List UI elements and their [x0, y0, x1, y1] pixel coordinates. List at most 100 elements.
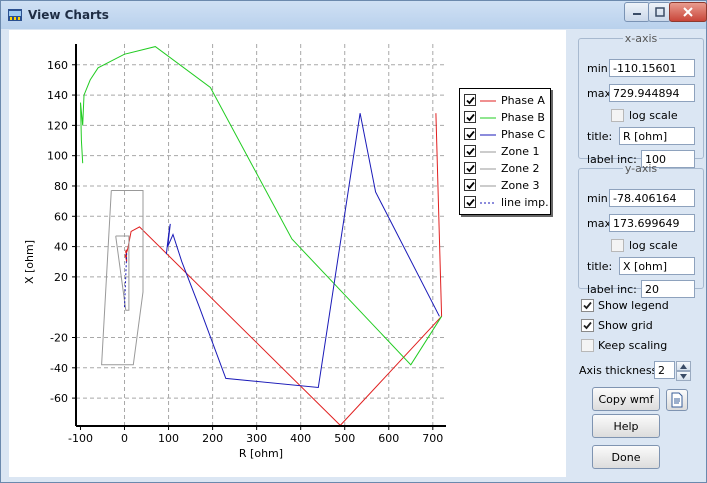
x-max-input[interactable]: 729.944894: [609, 84, 695, 102]
series-line-zone-1: [115, 235, 130, 311]
y-log-scale-label: log scale: [629, 239, 678, 252]
title-bar[interactable]: View Charts: [1, 1, 707, 29]
y-tick-label: 140: [47, 89, 68, 102]
show-legend-checkbox[interactable]: [581, 299, 594, 312]
legend-checkbox[interactable]: [464, 179, 476, 191]
x-title-input[interactable]: R [ohm]: [619, 127, 695, 145]
axis-thickness-up-button[interactable]: [676, 361, 691, 371]
legend-item[interactable]: Zone 3: [464, 178, 548, 193]
legend-swatch: [480, 100, 496, 102]
legend-item[interactable]: Phase A: [464, 93, 548, 108]
legend-label: Phase C: [501, 128, 546, 141]
axis-thickness-label: Axis thickness:: [579, 364, 661, 377]
x-tick-label: 400: [290, 432, 311, 445]
close-icon: [683, 7, 693, 17]
legend-item[interactable]: Phase C: [464, 127, 548, 142]
x-tick-label: 500: [334, 432, 355, 445]
legend-item[interactable]: Zone 2: [464, 161, 548, 176]
checkmark-icon: [465, 96, 475, 104]
series-line-phase-a: [124, 113, 443, 427]
y-tick-label: 100: [47, 150, 68, 163]
save-document-button[interactable]: [666, 389, 688, 411]
show-grid-checkbox[interactable]: [581, 319, 594, 332]
x-axis-group-label: x-axis: [624, 32, 658, 45]
x-tick-label: 100: [158, 432, 179, 445]
checkmark-icon: [465, 130, 475, 138]
y-tick-label: 80: [54, 180, 68, 193]
y-title-label: title:: [587, 260, 613, 273]
x-min-label: min:: [587, 62, 612, 75]
save-document-icon: [671, 392, 683, 408]
chart-app-icon: [8, 9, 22, 21]
legend-checkbox[interactable]: [464, 196, 476, 208]
window-title: View Charts: [28, 8, 109, 22]
keep-scaling-checkbox[interactable]: [581, 339, 594, 352]
maximize-button[interactable]: [648, 2, 671, 22]
minimize-button[interactable]: [624, 2, 650, 22]
y-axis-group-label: y-axis: [624, 162, 658, 175]
y-title-input[interactable]: X [ohm]: [619, 257, 695, 275]
legend-item[interactable]: Phase B: [464, 110, 548, 125]
checkmark-icon: [465, 198, 475, 206]
x-min-input[interactable]: -110.15601: [609, 59, 695, 77]
arrow-up-icon: [680, 363, 687, 369]
legend-checkbox[interactable]: [464, 94, 476, 106]
y-tick-label: 160: [47, 59, 68, 72]
y-log-scale-checkbox[interactable]: [611, 239, 624, 252]
y-tick-label: 20: [54, 271, 68, 284]
copy-wmf-button[interactable]: Copy wmf: [592, 387, 660, 411]
y-tick-label: 120: [47, 119, 68, 132]
legend-checkbox[interactable]: [464, 111, 476, 123]
legend-label: Zone 2: [501, 162, 540, 175]
x-axis-group: x-axis min: -110.15601 max: 729.944894 l…: [578, 32, 704, 168]
settings-panel: x-axis min: -110.15601 max: 729.944894 l…: [569, 30, 706, 477]
x-tick-label: -100: [68, 432, 93, 445]
legend-checkbox[interactable]: [464, 162, 476, 174]
legend-item[interactable]: line imp.: [464, 195, 549, 210]
x-axis-title: R [ohm]: [239, 447, 283, 460]
checkmark-icon: [583, 301, 592, 310]
x-log-scale-checkbox[interactable]: [611, 109, 624, 122]
checkmark-icon: [465, 113, 475, 121]
axis-thickness-down-button[interactable]: [676, 371, 691, 381]
view-charts-window: View Charts -100 0 100 200 300 400 500 600 700 -6…: [0, 0, 707, 483]
legend-swatch: [480, 151, 496, 153]
arrow-down-icon: [680, 373, 687, 379]
help-button[interactable]: Help: [592, 414, 660, 438]
checkmark-icon: [465, 164, 475, 172]
show-legend-label: Show legend: [598, 299, 669, 312]
legend-checkbox[interactable]: [464, 145, 476, 157]
y-tick-label: -20: [50, 332, 68, 345]
maximize-icon: [654, 7, 665, 17]
x-log-scale-label: log scale: [629, 109, 678, 122]
y-tick-label: 40: [54, 241, 68, 254]
legend-checkbox[interactable]: [464, 128, 476, 140]
done-button[interactable]: Done: [592, 445, 660, 469]
checkmark-icon: [583, 321, 592, 330]
legend-label: Zone 3: [501, 179, 540, 192]
x-tick-label: 600: [378, 432, 399, 445]
y-tick-label: -40: [50, 362, 68, 375]
y-min-input[interactable]: -78.406164: [609, 189, 695, 207]
y-label-inc-input[interactable]: 20: [641, 280, 695, 298]
legend-swatch: [480, 185, 496, 187]
checkmark-icon: [465, 147, 475, 155]
series-line-phase-b: [80, 46, 443, 366]
close-button[interactable]: [669, 2, 707, 22]
y-axis-title: X [ohm]: [23, 240, 36, 284]
series-layer: [80, 46, 443, 427]
x-tick-label: 200: [202, 432, 223, 445]
legend-swatch: [480, 202, 496, 204]
x-tick-label: 0: [121, 432, 128, 445]
chart-area: -100 0 100 200 300 400 500 600 700 -60 -40 -20 20 40 6…: [9, 30, 566, 477]
axis-thickness-input[interactable]: 2: [654, 361, 675, 379]
legend-item[interactable]: Zone 1: [464, 144, 548, 159]
legend-swatch: [480, 117, 496, 119]
x-tick-label: 700: [422, 432, 443, 445]
y-max-input[interactable]: 173.699649: [609, 214, 695, 232]
legend-swatch: [480, 168, 496, 170]
x-title-label: title:: [587, 130, 613, 143]
chart-legend: Phase A Phase B Phase C Zone 1 Zone 2 Zone 3 l…: [459, 88, 551, 215]
y-tick-label: -60: [50, 392, 68, 405]
y-axis-group: y-axis min: -78.406164 max: 173.699649 l…: [578, 162, 704, 298]
